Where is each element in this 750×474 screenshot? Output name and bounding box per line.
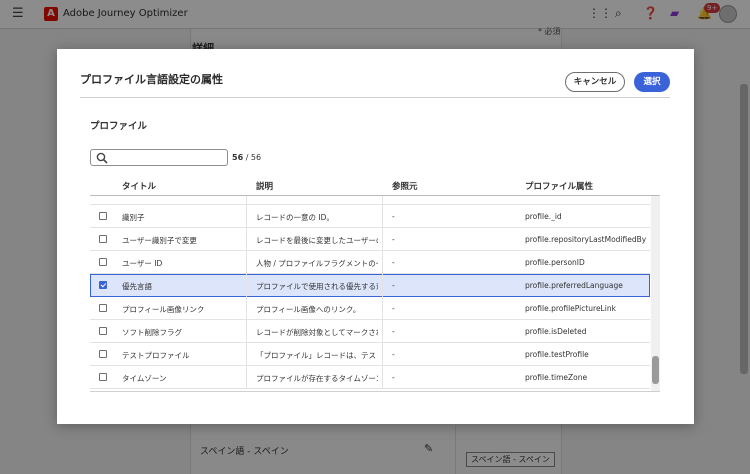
row-checkbox-checked[interactable] [99, 281, 107, 289]
section-label: プロファイル [90, 121, 148, 132]
row-attribute: profile.isDeleted [525, 327, 587, 336]
column-divider [246, 274, 247, 297]
row-attribute: profile.repositoryLastModifiedBy [525, 235, 647, 244]
row-description: レコードを最後に変更したユーザーの [256, 236, 378, 245]
column-divider [382, 297, 383, 320]
attributes-dialog: プロファイル言語設定の属性 キャンセル 選択 プロファイル 56 / 56 タイ… [57, 49, 694, 424]
column-divider [246, 366, 247, 389]
column-divider [246, 228, 247, 251]
row-checkbox[interactable] [99, 327, 107, 335]
column-divider [382, 274, 383, 297]
row-title: ユーザー ID [122, 259, 163, 268]
row-title: プロフィール画像リンク [122, 305, 205, 314]
row-attribute: profile.profilePictureLink [525, 304, 616, 313]
row-source: - [392, 281, 395, 290]
column-divider [382, 366, 383, 389]
search-icon [96, 152, 108, 164]
column-title[interactable]: タイトル [122, 180, 156, 192]
row-title: ソフト削除フラグ [122, 328, 182, 337]
column-divider [246, 205, 247, 228]
table-row[interactable]: プロフィール画像リンク プロフィール画像へのリンク。 - profile.pro… [90, 297, 650, 320]
table-row[interactable] [90, 196, 650, 205]
row-attribute: profile.preferredLanguage [525, 281, 623, 290]
column-description[interactable]: 説明 [256, 180, 273, 192]
table-body[interactable]: 識別子 レコードの一意の ID。 - profile._id ユーザー識別子で変… [90, 196, 660, 392]
row-source: - [392, 327, 395, 336]
row-source: - [392, 304, 395, 313]
count-selected: 56 [232, 153, 244, 162]
row-title: 優先言語 [122, 282, 152, 291]
column-source[interactable]: 参照元 [392, 180, 418, 192]
row-description: レコードの一意の ID。 [256, 213, 334, 222]
column-divider [246, 251, 247, 274]
row-description: プロファイルが存在するタイムゾーン ( [256, 374, 378, 383]
result-count: 56 / 56 [232, 153, 261, 162]
row-title: ユーザー識別子で変更 [122, 236, 197, 245]
row-attribute: profile.personID [525, 258, 585, 267]
row-description: プロフィール画像へのリンク。 [256, 305, 361, 314]
row-checkbox[interactable] [99, 258, 107, 266]
row-title: タイムゾーン [122, 374, 167, 383]
column-divider [382, 196, 383, 205]
row-description: 人物 / プロファイルフラグメントの一意 [256, 259, 378, 268]
table-row[interactable]: 識別子 レコードの一意の ID。 - profile._id [90, 205, 650, 228]
row-checkbox[interactable] [99, 373, 107, 381]
column-divider [382, 251, 383, 274]
table-row[interactable]: ユーザー ID 人物 / プロファイルフラグメントの一意 - profile.p… [90, 251, 650, 274]
table-row[interactable]: ソフト削除フラグ レコードが削除対象としてマークされて - profile.is… [90, 320, 650, 343]
row-title: テストプロファイル [122, 351, 190, 360]
count-total: / 56 [245, 153, 262, 162]
row-title: 識別子 [122, 213, 145, 222]
row-checkbox[interactable] [99, 235, 107, 243]
row-source: - [392, 350, 395, 359]
row-checkbox[interactable] [99, 304, 107, 312]
row-attribute: profile.testProfile [525, 350, 589, 359]
search-input[interactable] [90, 149, 228, 166]
column-divider [382, 228, 383, 251]
table-row-selected[interactable]: 優先言語 プロファイルで使用される優先する通信 - profile.prefer… [90, 274, 650, 297]
table-row[interactable]: タイムゾーン プロファイルが存在するタイムゾーン ( - profile.tim… [90, 366, 650, 389]
table-scrollbar-thumb[interactable] [652, 356, 659, 384]
dialog-divider [80, 97, 670, 98]
row-attribute: profile.timeZone [525, 373, 588, 382]
row-attribute: profile._id [525, 212, 562, 221]
row-source: - [392, 373, 395, 382]
column-divider [246, 297, 247, 320]
row-checkbox[interactable] [99, 212, 107, 220]
cancel-button[interactable]: キャンセル [565, 72, 625, 92]
column-profile-attribute[interactable]: プロファイル属性 [525, 180, 593, 192]
dialog-title: プロファイル言語設定の属性 [80, 73, 223, 86]
column-divider [382, 343, 383, 366]
column-divider [246, 343, 247, 366]
table-row[interactable]: テストプロファイル 「プロファイル」レコードは、テストおよ - profile.… [90, 343, 650, 366]
row-source: - [392, 212, 395, 221]
column-divider [246, 196, 247, 205]
table-row[interactable]: ユーザー識別子で変更 レコードを最後に変更したユーザーの - profile.r… [90, 228, 650, 251]
column-divider [382, 320, 383, 343]
select-button[interactable]: 選択 [634, 72, 670, 92]
table-scrollbar[interactable] [651, 196, 660, 391]
column-divider [246, 320, 247, 343]
row-source: - [392, 258, 395, 267]
row-source: - [392, 235, 395, 244]
column-divider [382, 205, 383, 228]
row-description: レコードが削除対象としてマークされて [256, 328, 378, 337]
table-header: タイトル 説明 参照元 プロファイル属性 [90, 176, 660, 196]
row-description: プロファイルで使用される優先する通信 [256, 282, 378, 291]
row-description: 「プロファイル」レコードは、テストおよ [256, 351, 378, 360]
row-checkbox[interactable] [99, 350, 107, 358]
